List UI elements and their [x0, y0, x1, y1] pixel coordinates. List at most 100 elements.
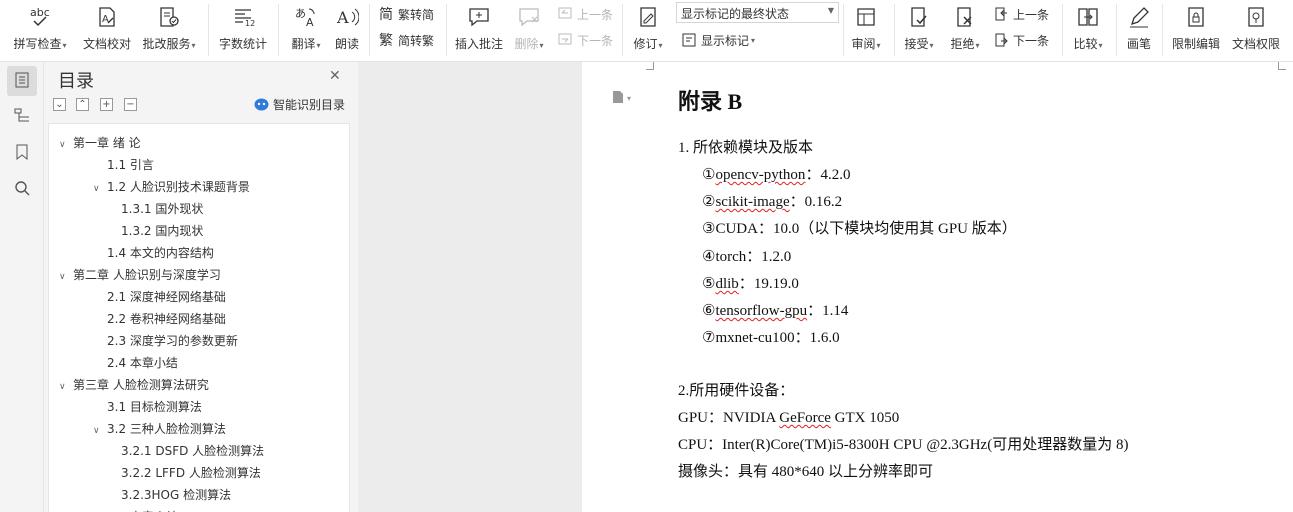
- document-page[interactable]: ▾ 附录 B 1. 所依赖模块及版本 ①opencv-python：4.2.0 ②…: [582, 62, 1293, 512]
- toc-item[interactable]: 1.3.2 国内现状: [121, 220, 203, 242]
- show-markup-label: 显示标记: [701, 33, 750, 48]
- chevron-down-icon[interactable]: ∨: [59, 134, 73, 156]
- pen-label: 画笔: [1126, 37, 1151, 51]
- toc-item[interactable]: ∨ 1.2 人脸识别技术课题背景: [93, 176, 250, 198]
- toc-item[interactable]: 1.4 本文的内容结构: [107, 242, 214, 264]
- toc-list: ∨ 第一章 绪 论 1.1 引言 ∨ 1.2 人脸识别技术课题背景 1.3.1 国外现状 1…: [48, 123, 350, 512]
- toc-item[interactable]: ∨ 3.2 三种人脸检测算法: [93, 418, 226, 440]
- document-margin: [358, 62, 582, 512]
- read-aloud-button[interactable]: A 朗读: [330, 0, 364, 60]
- module-item: ①opencv-python：4.2.0: [702, 167, 851, 183]
- review-icon: [854, 5, 878, 29]
- toc-item[interactable]: 2.1 深度神经网络基础: [107, 286, 226, 308]
- cpu-line: CPU：Inter(R)Core(TM)i5-8300H CPU @2.3GHz…: [678, 437, 1129, 453]
- toc-item-label: 2.4 本章小结: [107, 356, 178, 370]
- prev-comment-label: 上一条: [577, 7, 614, 22]
- word-count-button[interactable]: 123 字数统计: [216, 0, 270, 60]
- chevron-down-icon[interactable]: ∨: [93, 420, 107, 442]
- toc-item[interactable]: 2.4 本章小结: [107, 352, 178, 374]
- add-heading-button[interactable]: +: [100, 98, 113, 111]
- delete-comment-button[interactable]: 删除▾: [510, 0, 548, 60]
- bookmark-nav-button[interactable]: [7, 138, 37, 168]
- doc-proof-button[interactable]: A 文档校对: [80, 0, 134, 60]
- insert-comment-button[interactable]: 插入批注: [452, 0, 506, 60]
- module-item: ⑥tensorflow-gpu：1.14: [702, 303, 849, 319]
- delete-comment-icon: [517, 5, 541, 29]
- module-version: 1.6.0: [809, 330, 840, 347]
- toc-item[interactable]: 3.2.1 DSFD 人脸检测算法: [121, 440, 264, 462]
- remove-heading-button[interactable]: −: [124, 98, 137, 111]
- show-markup-icon: [680, 31, 698, 49]
- toc-item[interactable]: ∨ 第二章 人脸识别与深度学习: [59, 264, 221, 286]
- toc-item[interactable]: 2.3 深度学习的参数更新: [107, 330, 238, 352]
- doc-proof-icon: A: [95, 5, 119, 29]
- pen-icon: [1127, 5, 1151, 29]
- toc-item[interactable]: 3.2.2 LFFD 人脸检测算法: [121, 462, 261, 484]
- to-simplified-label: 简转繁: [398, 33, 435, 48]
- compare-button[interactable]: 比较▾: [1068, 0, 1108, 60]
- toc-title: 目录: [58, 71, 94, 92]
- gpu-brand-spelling: GeForce: [779, 410, 831, 426]
- toc-item[interactable]: 1.1 引言: [107, 154, 154, 176]
- collapse-all-button[interactable]: ⌄: [53, 98, 66, 111]
- smart-toc-button[interactable]: 智能识别目录: [254, 96, 345, 113]
- accept-icon: [907, 5, 931, 29]
- search-nav-button[interactable]: [7, 174, 37, 204]
- close-icon[interactable]: ✕: [329, 68, 341, 84]
- toc-item[interactable]: 2.2 卷积神经网络基础: [107, 308, 226, 330]
- appendix-heading: 附录 B: [678, 89, 743, 114]
- toc-item[interactable]: 3.1 目标检测算法: [107, 396, 202, 418]
- chevron-down-icon[interactable]: ∨: [59, 266, 73, 288]
- svg-text:あ: あ: [295, 7, 306, 20]
- to-traditional-button[interactable]: 简 繁转简: [377, 4, 434, 24]
- doc-permission-button[interactable]: 文档权限: [1228, 0, 1284, 60]
- svg-text:abc: abc: [30, 6, 50, 19]
- toc-item-label: 1.4 本文的内容结构: [107, 246, 214, 260]
- next-comment-icon: [556, 31, 574, 49]
- accept-button[interactable]: 接受▾: [900, 0, 938, 60]
- batch-review-button[interactable]: 批改服务▾: [138, 0, 200, 60]
- reject-button[interactable]: 拒绝▾: [946, 0, 984, 60]
- pen-button[interactable]: 画笔: [1122, 0, 1156, 60]
- toc-item[interactable]: 1.3.1 国外现状: [121, 198, 203, 220]
- markup-state-select[interactable]: 显示标记的最终状态 ▼: [676, 2, 839, 23]
- module-item: ⑦mxnet-cu100：1.6.0: [702, 330, 840, 347]
- module-version: 1.2.0: [761, 248, 792, 265]
- restrict-edit-button[interactable]: 限制编辑: [1168, 0, 1224, 60]
- prev-comment-button[interactable]: 上一条: [556, 4, 613, 24]
- chapter-nav-button[interactable]: [7, 101, 37, 131]
- hardware-title: 2.所用硬件设备：: [678, 383, 795, 399]
- module-item: ③CUDA：10.0（以下模块均使用其 GPU 版本）: [702, 221, 1017, 238]
- read-aloud-icon: A: [335, 5, 359, 29]
- module-version: 4.2.0: [820, 167, 851, 183]
- translate-button[interactable]: あA 翻译▾: [286, 0, 326, 60]
- review-button[interactable]: 审阅▾: [847, 0, 885, 60]
- toc-item-label: 2.2 卷积神经网络基础: [107, 312, 226, 326]
- toc-nav-button[interactable]: [7, 66, 37, 96]
- insert-comment-label: 插入批注: [454, 37, 503, 51]
- toc-item[interactable]: 3.2.3HOG 检测算法: [121, 484, 231, 506]
- module-item: ④torch：1.2.0: [702, 248, 792, 265]
- bookmark-icon: [13, 143, 31, 164]
- paragraph-menu-button[interactable]: ▾: [612, 90, 631, 106]
- module-name: mxnet-cu100: [715, 330, 795, 347]
- next-comment-button[interactable]: 下一条: [556, 30, 613, 50]
- toc-item[interactable]: ∨ 第一章 绪 论: [59, 132, 141, 154]
- spell-check-button[interactable]: abc 拼写检查▾: [10, 0, 70, 60]
- prev-change-button[interactable]: 上一条: [992, 4, 1049, 24]
- revise-button[interactable]: 修订▾: [628, 0, 668, 60]
- expand-level-button[interactable]: ⌃: [76, 98, 89, 111]
- next-change-button[interactable]: 下一条: [992, 30, 1049, 50]
- show-markup-button[interactable]: 显示标记 ▾: [680, 30, 755, 50]
- chevron-down-icon[interactable]: ∨: [59, 376, 73, 398]
- toc-item-label: 3.2.1 DSFD 人脸检测算法: [121, 444, 265, 458]
- chevron-down-icon[interactable]: ∨: [93, 178, 107, 200]
- toc-item-label: 2.3 深度学习的参数更新: [107, 334, 238, 348]
- restrict-edit-label: 限制编辑: [1171, 37, 1220, 51]
- smart-toc-label: 智能识别目录: [273, 98, 346, 112]
- toc-item[interactable]: ∨ 第三章 人脸检测算法研究: [59, 374, 209, 396]
- prev-change-icon: [992, 5, 1010, 23]
- camera-line: 摄像头：具有 480*640 以上分辨率即可: [678, 464, 934, 480]
- toc-item[interactable]: 3.3 本章小结: [107, 506, 178, 512]
- to-simplified-button[interactable]: 繁 简转繁: [377, 30, 434, 50]
